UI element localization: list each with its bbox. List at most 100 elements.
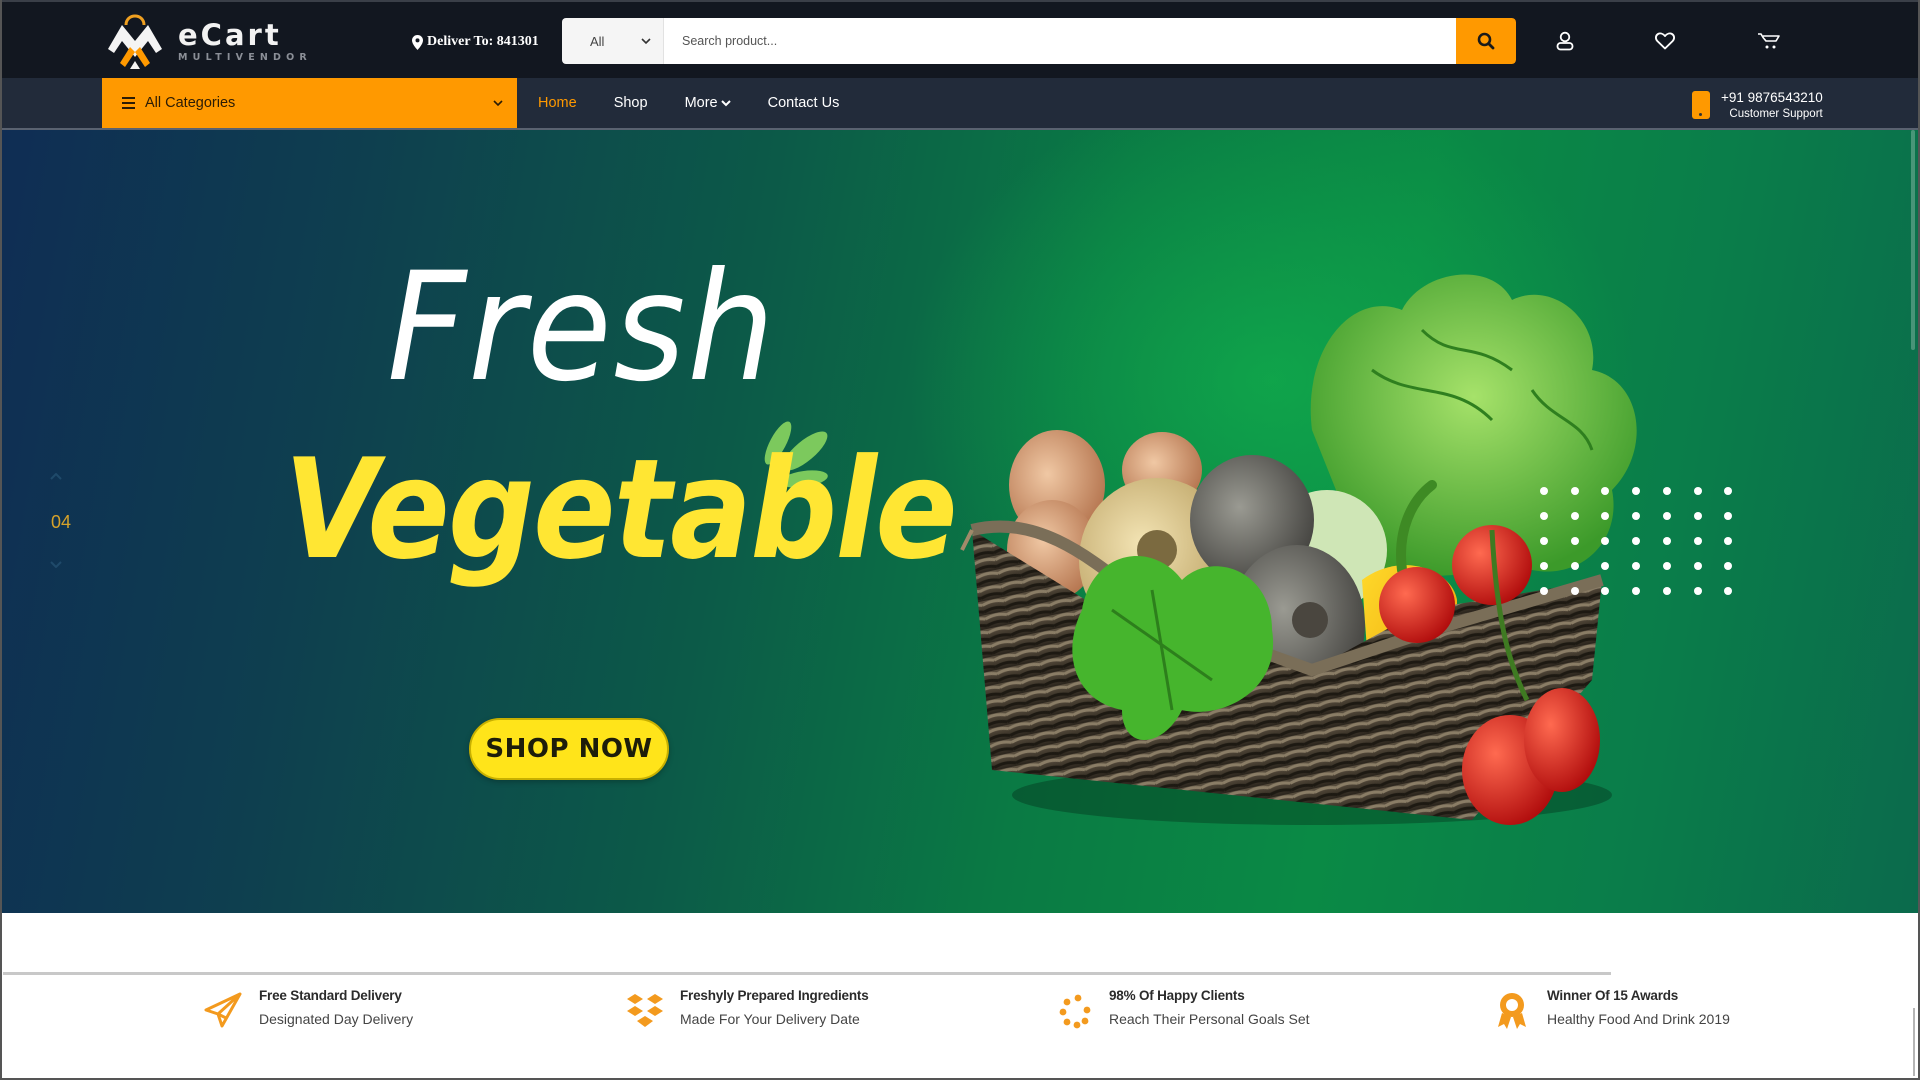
logo-title: eCart (178, 17, 282, 52)
feature-item: Freshyly Prepared Ingredients Made For Y… (623, 985, 869, 1045)
dot (1724, 512, 1733, 520)
shopping-bag-logo-icon (106, 11, 164, 71)
feature-title: Winner Of 15 Awards (1547, 988, 1679, 1003)
nav-link-contact-us[interactable]: Contact Us (768, 95, 840, 111)
dot (1724, 562, 1733, 570)
nav-link-more[interactable]: More (685, 95, 731, 111)
dot (1601, 562, 1610, 570)
features-strip: Free Standard Delivery Designated Day De… (0, 985, 1920, 1045)
wishlist-button[interactable] (1651, 27, 1679, 55)
user-icon (1556, 31, 1574, 51)
boxes-icon (623, 989, 667, 1033)
hamburger-menu-icon (122, 97, 135, 109)
nav-link-more-label: More (684, 95, 718, 111)
dot (1724, 587, 1733, 595)
chevron-down-icon (720, 99, 731, 106)
dot (1601, 587, 1610, 595)
dot (1724, 537, 1733, 545)
deliver-to-label: Deliver To: 841301 (427, 34, 539, 49)
dot (1693, 487, 1702, 495)
dot (1601, 487, 1610, 495)
shop-now-button[interactable]: SHOP NOW (469, 718, 669, 780)
all-categories-dropdown[interactable]: All Categories (102, 78, 517, 128)
dot (1632, 537, 1641, 545)
feature-item: Free Standard Delivery Designated Day De… (202, 985, 413, 1045)
feature-subtitle: Healthy Food And Drink 2019 (1547, 1011, 1730, 1027)
dot (1662, 562, 1671, 570)
hero-scrollbar[interactable] (1911, 130, 1915, 350)
section-divider (3, 972, 1611, 975)
decorative-dots-pattern (1540, 487, 1755, 612)
dot (1662, 537, 1671, 545)
hero-banner: 04 Fresh Vegetable SHOP NOW (0, 130, 1920, 913)
dot (1662, 587, 1671, 595)
dot (1632, 587, 1641, 595)
dot (1662, 487, 1671, 495)
search-button[interactable] (1456, 18, 1516, 64)
dot (1601, 512, 1610, 520)
dot (1632, 562, 1641, 570)
slider-prev-button[interactable] (48, 470, 64, 482)
support-phone-number: +91 9876543210 (1721, 89, 1823, 105)
dot (1570, 537, 1579, 545)
dot (1570, 487, 1579, 495)
cart-icon (1758, 33, 1780, 49)
hero-headline-vegetable: Vegetable (284, 429, 958, 590)
dot (1570, 587, 1579, 595)
account-button[interactable] (1551, 27, 1579, 55)
dot (1632, 512, 1641, 520)
nav-link-home[interactable]: Home (538, 95, 577, 111)
feature-subtitle: Designated Day Delivery (259, 1011, 414, 1027)
chevron-down-icon (50, 560, 62, 568)
feature-item: Winner Of 15 Awards Healthy Food And Dri… (1490, 985, 1730, 1045)
logo-tagline: MULTIVENDOR (178, 51, 312, 63)
all-categories-label: All Categories (145, 95, 236, 111)
search-icon (1477, 32, 1495, 50)
phone-icon (1692, 91, 1710, 119)
cart-button[interactable] (1755, 27, 1783, 55)
dot (1540, 512, 1548, 520)
feature-title: Freshyly Prepared Ingredients (680, 988, 869, 1003)
dot (1693, 512, 1702, 520)
support-label: Customer Support (1729, 107, 1823, 120)
feature-title: 98% Of Happy Clients (1109, 988, 1245, 1003)
paper-plane-icon (202, 989, 246, 1033)
dot (1540, 487, 1548, 495)
main-nav: All Categories Home Shop More Contact Us… (0, 78, 1920, 130)
nav-link-shop[interactable]: Shop (614, 95, 648, 111)
heart-icon (1655, 32, 1675, 50)
nav-links: Home Shop More Contact Us (538, 78, 876, 128)
chevron-down-icon (493, 99, 503, 106)
dot (1570, 562, 1579, 570)
page-scrollbar[interactable] (1913, 1008, 1915, 1076)
dot (1724, 487, 1733, 495)
search-category-select[interactable]: All (562, 18, 664, 64)
hero-headline-fresh: Fresh (387, 241, 777, 415)
search-category-value: All (590, 33, 605, 49)
top-header: eCart MULTIVENDOR Deliver To: 841301 All (0, 0, 1920, 78)
logo[interactable]: eCart MULTIVENDOR (106, 10, 307, 72)
dot (1540, 562, 1548, 570)
chevron-down-icon (641, 37, 651, 44)
dot (1540, 537, 1548, 545)
slide-number: 04 (51, 512, 72, 532)
dot (1662, 512, 1671, 520)
search-input[interactable] (664, 18, 1456, 64)
award-icon (1490, 989, 1534, 1033)
feature-title: Free Standard Delivery (259, 988, 402, 1003)
map-pin-icon (412, 34, 423, 50)
dot (1693, 562, 1702, 570)
dot (1693, 587, 1702, 595)
chevron-up-icon (50, 472, 62, 480)
dot (1570, 512, 1579, 520)
slider-next-button[interactable] (48, 558, 64, 570)
dot (1540, 587, 1548, 595)
search-bar: All (562, 18, 1516, 64)
dot (1601, 537, 1610, 545)
dot (1693, 537, 1702, 545)
feature-subtitle: Reach Their Personal Goals Set (1109, 1011, 1310, 1027)
dot (1632, 487, 1641, 495)
deliver-to-location[interactable]: Deliver To: 841301 (412, 31, 539, 53)
customer-support[interactable]: +91 9876543210 Customer Support (1692, 88, 1823, 122)
spinner-dots-icon (1052, 989, 1096, 1033)
